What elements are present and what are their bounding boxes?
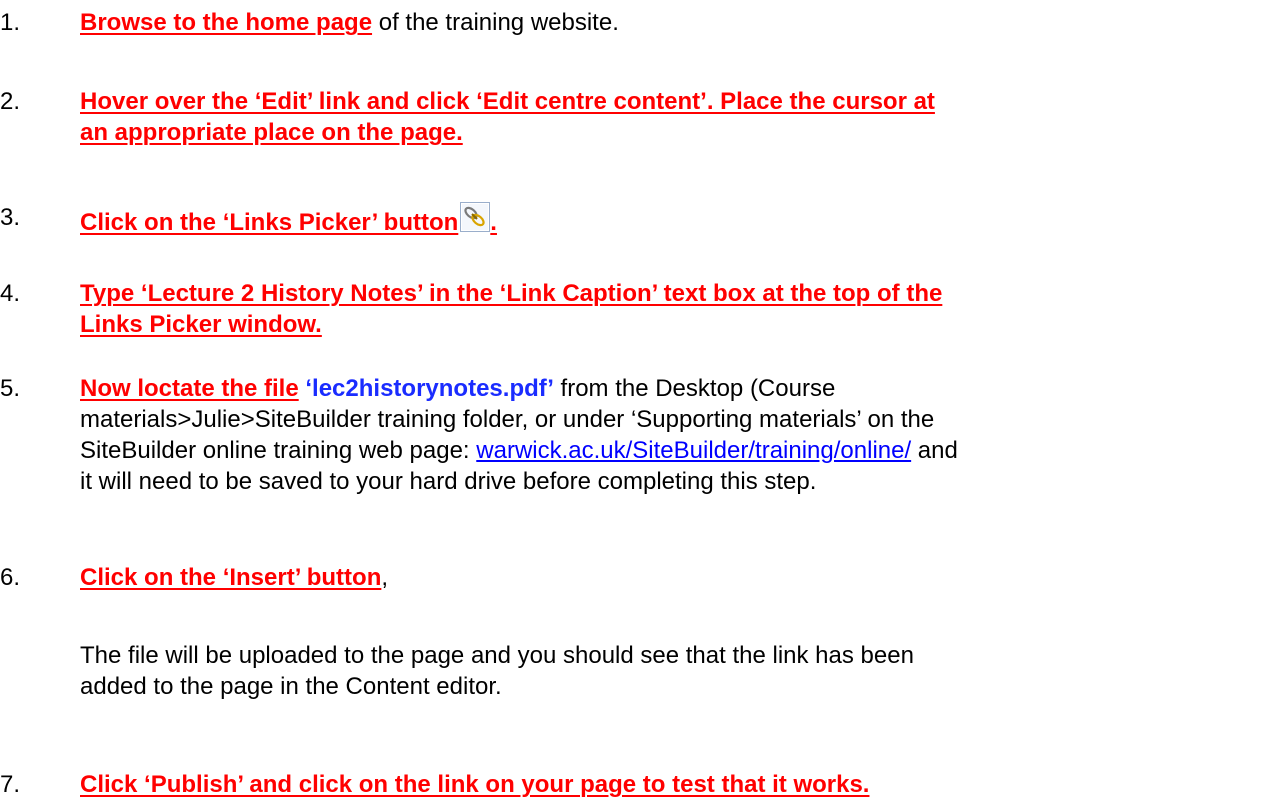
step-number: 5. xyxy=(0,375,21,402)
step-number: 2. xyxy=(0,88,21,115)
step-text: of the training website. xyxy=(372,9,619,36)
links-picker-instruction-link[interactable]: Click on the ‘Links Picker’ button xyxy=(80,209,458,236)
step-number: 1. xyxy=(0,9,21,36)
step-text: from the Desktop (Course xyxy=(553,375,836,402)
step-text: it will need to be saved to your hard dr… xyxy=(80,468,817,495)
step-text: materials>Julie>SiteBuilder training fol… xyxy=(80,406,935,433)
links-picker-icon[interactable] xyxy=(460,202,491,232)
type-caption-link[interactable]: Type ‘Lecture 2 History Notes’ in the ‘L… xyxy=(80,280,942,307)
edit-instruction-link[interactable]: Hover over the ‘Edit’ link and click ‘Ed… xyxy=(80,88,935,115)
browse-home-link[interactable]: Browse to the home page xyxy=(80,9,372,36)
step-number: 4. xyxy=(0,280,21,307)
edit-instruction-link-cont[interactable]: an appropriate place on the page. xyxy=(80,119,463,146)
type-caption-link-cont[interactable]: Links Picker window. xyxy=(80,311,322,338)
filename-text: ‘lec2historynotes.pdf’ xyxy=(305,375,554,402)
insert-button-link[interactable]: Click on the ‘Insert’ button xyxy=(80,564,381,591)
locate-file-link[interactable]: Now loctate the file xyxy=(80,375,299,402)
links-picker-period: . xyxy=(490,209,497,236)
upload-note: The file will be uploaded to the page an… xyxy=(80,640,1260,702)
note-line: The file will be uploaded to the page an… xyxy=(80,642,914,669)
step-number: 7. xyxy=(0,771,21,798)
publish-link[interactable]: Click ‘Publish’ and click on the link on… xyxy=(80,771,869,798)
step-number: 3. xyxy=(0,204,21,231)
step-text: , xyxy=(381,564,389,591)
training-url-link[interactable]: warwick.ac.uk/SiteBuilder/training/onlin… xyxy=(476,437,911,464)
step-number: 6. xyxy=(0,564,21,591)
step-text: SiteBuilder online training web page: xyxy=(80,437,477,464)
note-line: added to the page in the Content editor. xyxy=(80,673,502,700)
step-text: and xyxy=(911,437,958,464)
